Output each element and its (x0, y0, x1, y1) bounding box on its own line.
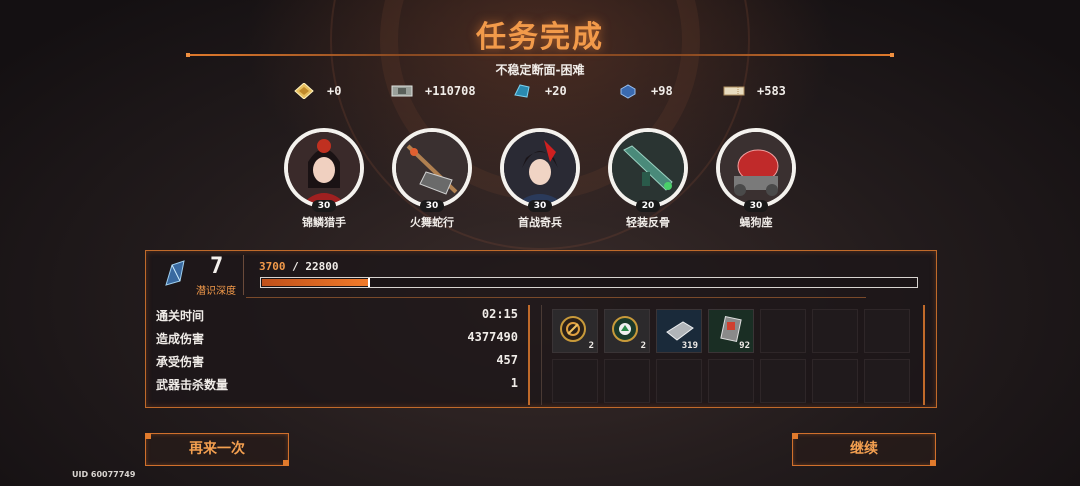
stat-row: 武器击杀数量 1 (156, 376, 518, 399)
character-card[interactable]: 30 锦鳞猎手 (282, 128, 366, 230)
empty-item-slot (760, 309, 806, 353)
retry-button[interactable]: 再来一次 (145, 433, 289, 466)
character-row: 30 锦鳞猎手 30 火舞蛇行 30 首战奇兵 20 轻装反骨 30 蝇狗座 (0, 128, 1080, 230)
character-portrait: 30 (284, 128, 364, 212)
empty-item-slot (864, 309, 910, 353)
user-id: UID 60077749 (72, 470, 136, 479)
stats-divider-thin (541, 305, 542, 405)
reward-value: +110708 (425, 84, 476, 98)
item-slot[interactable]: 2 (604, 309, 650, 353)
stat-row: 承受伤害 457 (156, 353, 518, 376)
item-qty: 319 (681, 341, 698, 351)
green-badge-icon (612, 316, 638, 342)
level-badge: 30 (420, 200, 444, 212)
reward-banknote: +110708 (391, 80, 476, 102)
crystal-icon (160, 259, 190, 289)
depth-value: 7 (210, 254, 224, 279)
character-card[interactable]: 20 轻装反骨 (606, 128, 690, 230)
item-slot[interactable]: 92 (708, 309, 754, 353)
blue-chip-icon (617, 83, 639, 99)
stat-label: 承受伤害 (156, 355, 205, 369)
character-name: 锦鳞猎手 (302, 216, 346, 229)
soldier-avatar (504, 132, 576, 204)
item-slot[interactable]: 319 (656, 309, 702, 353)
stat-row: 通关时间 02:15 (156, 307, 518, 330)
stat-value: 4377490 (467, 330, 518, 344)
level-badge: 30 (528, 200, 552, 212)
exp-progress-tip (368, 278, 370, 287)
character-card[interactable]: 30 火舞蛇行 (390, 128, 474, 230)
exp-progress-fill (262, 279, 368, 286)
depth-divider (243, 255, 244, 295)
reward-ticket: +583 (723, 80, 786, 102)
empty-item-slot (864, 359, 910, 403)
reward-value: +20 (545, 84, 567, 98)
empty-item-slot (812, 309, 858, 353)
ticket-icon (723, 83, 745, 99)
character-portrait: 20 (608, 128, 688, 212)
level-badge: 30 (312, 200, 336, 212)
item-qty: 2 (588, 341, 594, 351)
stat-label: 通关时间 (156, 309, 205, 323)
rewards-row: +0 +110708 +20 +98 +583 (0, 80, 1080, 102)
continue-button[interactable]: 继续 (792, 433, 936, 466)
stats-divider (528, 305, 530, 405)
character-card[interactable]: 30 首战奇兵 (498, 128, 582, 230)
empty-item-slot (552, 359, 598, 403)
stat-value: 1 (510, 376, 518, 390)
item-slot[interactable]: 2 (552, 309, 598, 353)
gold-diamond-icon (293, 82, 315, 100)
stat-value: 457 (496, 353, 518, 367)
character-name: 火舞蛇行 (410, 216, 454, 229)
character-name: 蝇狗座 (739, 216, 773, 229)
reward-value: +583 (757, 84, 786, 98)
empty-item-slot (656, 359, 702, 403)
banknote-icon (391, 83, 413, 99)
spear-weapon-avatar (396, 132, 468, 204)
reward-blue-chip: +98 (617, 80, 673, 102)
blue-crystal-icon (511, 83, 533, 99)
stats-top-divider (246, 297, 866, 298)
character-name: 轻装反骨 (626, 216, 670, 229)
reward-gold-diamond: +0 (293, 80, 341, 102)
character-portrait: 30 (392, 128, 472, 212)
exp-max: 22800 (305, 260, 339, 273)
character-portrait: 30 (716, 128, 796, 212)
item-grid-scrollbar[interactable] (923, 305, 925, 405)
result-panel: 7 潜识深度 3700 / 22800 通关时间 02:15 造成伤害 4377… (145, 250, 937, 408)
character-card[interactable]: 30 蝇狗座 (714, 128, 798, 230)
rifle-weapon-avatar (612, 132, 684, 204)
mech-avatar (720, 132, 792, 204)
level-badge: 20 (636, 200, 660, 212)
empty-item-slot (708, 359, 754, 403)
exp-text: 3700 / 22800 (259, 260, 339, 273)
page-title: 任务完成 (476, 20, 604, 55)
item-qty: 92 (739, 341, 750, 351)
stage-name: 不稳定断面-困难 (495, 63, 585, 77)
reward-value: +0 (327, 84, 342, 98)
title-divider (186, 53, 894, 57)
level-badge: 30 (744, 200, 768, 212)
stats-list: 通关时间 02:15 造成伤害 4377490 承受伤害 457 武器击杀数量 … (156, 307, 518, 399)
character-name: 首战奇兵 (518, 216, 562, 229)
character-portrait: 30 (500, 128, 580, 212)
exp-separator: / (285, 260, 306, 273)
hunter-avatar (288, 132, 360, 204)
exp-progress-bar (260, 277, 918, 288)
stat-label: 造成伤害 (156, 332, 205, 346)
empty-item-slot (760, 359, 806, 403)
empty-item-slot (604, 359, 650, 403)
depth-label: 潜识深度 (196, 286, 236, 297)
stat-value: 02:15 (481, 307, 518, 321)
item-qty: 2 (640, 341, 646, 351)
reward-blue-crystal: +20 (511, 80, 567, 102)
exp-current: 3700 (259, 260, 286, 273)
empty-item-slot (812, 359, 858, 403)
stat-row: 造成伤害 4377490 (156, 330, 518, 353)
orange-badge-icon (560, 316, 586, 342)
reward-value: +98 (651, 84, 673, 98)
stat-label: 武器击杀数量 (156, 378, 229, 392)
